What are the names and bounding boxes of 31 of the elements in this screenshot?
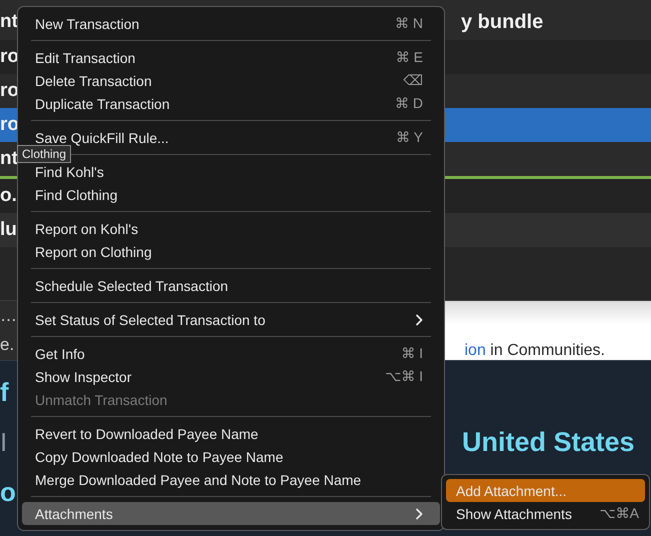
row-text: nt [0, 148, 19, 170]
page-text: … [0, 306, 18, 326]
menu-item[interactable]: Get Info ⌘ I [22, 342, 440, 365]
page-text: e. [0, 335, 16, 356]
menu-item[interactable]: Report on Kohl's [22, 217, 440, 240]
menu-item[interactable]: Find Clothing [22, 183, 440, 206]
page-text: I [0, 426, 8, 458]
menu-item[interactable]: Find Kohl's [22, 160, 440, 183]
menu-item[interactable]: Attachments [22, 502, 440, 525]
menu-item[interactable]: Revert to Downloaded Payee Name [22, 422, 440, 445]
row-text: nt [0, 11, 19, 33]
menu-item[interactable]: Set Status of Selected Transaction to [22, 308, 440, 331]
menu-item[interactable]: Duplicate Transaction ⌘ D [22, 92, 440, 115]
menu-item[interactable]: Merge Downloaded Payee and Note to Payee Name [22, 468, 440, 491]
menu-item[interactable]: Edit Transaction ⌘ E [22, 46, 440, 69]
row-text: o. [0, 185, 18, 207]
menu-item[interactable]: Report on Clothing [22, 240, 440, 263]
page-text: o [0, 476, 17, 508]
page-text: f [0, 376, 10, 408]
menu-item[interactable]: Delete Transaction ⌫ [22, 69, 440, 92]
menu-item[interactable]: Schedule Selected Transaction [22, 274, 440, 297]
page-heading: United States [462, 427, 635, 457]
menu-item[interactable]: New Transaction ⌘ N [22, 12, 440, 35]
menu-item[interactable]: Show Attachments ⌥⌘A [446, 502, 645, 525]
menu-item[interactable]: Copy Downloaded Note to Payee Name [22, 445, 440, 468]
link[interactable]: ion [464, 342, 486, 359]
page-text: ion in Communities. [464, 342, 605, 360]
menu-item[interactable]: Show Inspector ⌥⌘ I [22, 365, 440, 388]
row-text: lu [0, 219, 18, 241]
tooltip: Clothing [17, 145, 72, 163]
row-text: y bundle [461, 10, 544, 34]
